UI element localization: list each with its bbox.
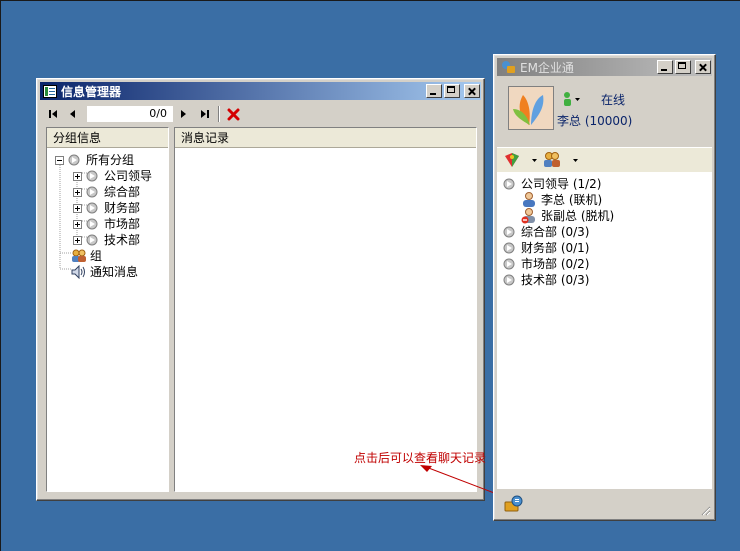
offline-user-icon [521,208,535,224]
contact-group-label: 财务部 (0/1) [521,241,590,255]
em-titlebar[interactable]: EM企业通 [497,58,712,76]
tree-node-group[interactable]: 市场部 [73,216,140,232]
tree-node-group[interactable]: 公司领导 [73,168,152,184]
page-indicator: 0/0 [87,106,173,122]
tree-node-label: 财务部 [104,201,141,215]
avatar[interactable] [508,86,554,130]
contact-name: 张副总 (脱机) [541,209,615,223]
contact-item[interactable]: 张副总 (脱机) [521,208,614,224]
navigation-toolbar: 0/0 [41,103,481,125]
expand-icon[interactable] [73,219,82,229]
tree-node-label: 公司领导 [104,169,153,183]
next-page-icon [181,110,186,118]
contact-group-label: 综合部 (0/3) [521,225,590,239]
group-info-pane: 分组信息 所有分组 公司领导 综合部 财务部 市场部 技术部 组 通知消息 [46,127,169,492]
group-chat-button[interactable] [543,151,581,169]
contact-group[interactable]: 技术部 (0/3) [503,272,590,288]
tree-node-group-chat[interactable]: 组 [71,248,102,264]
contact-group[interactable]: 财务部 (0/1) [503,240,590,256]
collapse-icon[interactable] [55,155,64,165]
group-folder-icon [86,202,98,214]
contact-item[interactable]: 李总 (联机) [521,192,602,208]
close-button[interactable] [695,60,711,74]
tree-node-label: 组 [90,249,103,263]
tree-node-group[interactable]: 综合部 [73,184,140,200]
group-folder-icon [503,226,515,238]
menu-button[interactable] [503,151,541,169]
contact-group[interactable]: 综合部 (0/3) [503,224,590,240]
first-page-icon [49,110,57,118]
group-folder-icon [503,178,515,190]
tree-node-label: 市场部 [104,217,141,231]
delete-icon [227,108,239,120]
prev-page-button[interactable] [65,106,81,122]
group-folder-icon [68,154,80,166]
em-toolbar [497,147,712,173]
last-page-icon [201,110,209,118]
maximize-button[interactable] [444,84,460,98]
group-folder-icon [86,186,98,198]
em-title: EM企业通 [520,60,574,75]
info-manager-titlebar[interactable]: 信息管理器 [40,82,481,100]
close-button[interactable] [464,84,480,98]
contact-list: 公司领导 (1/2) 李总 (联机) 张副总 (脱机) 综合部 (0/3) 财务… [497,172,712,489]
resize-grip[interactable] [699,504,711,516]
status-text[interactable]: 在线 [601,91,625,108]
contact-name: 李总 (联机) [541,193,603,207]
maximize-button[interactable] [675,60,691,74]
message-manager-button[interactable] [504,495,524,513]
tree-node-label: 技术部 [104,233,141,247]
expand-icon[interactable] [73,203,82,213]
toolbar-separator [218,106,220,122]
tree-node-notice[interactable]: 通知消息 [71,264,138,280]
contact-group-label: 技术部 (0/3) [521,273,590,287]
em-window: EM企业通 在线 李总 (10000) 公司领导 (1/2) 李总 (联机) 张… [493,54,716,521]
prev-page-icon [70,110,75,118]
group-folder-icon [503,242,515,254]
contact-group-leaders[interactable]: 公司领导 (1/2) [503,176,602,192]
group-info-header: 分组信息 [47,128,168,148]
group-folder-icon [503,274,515,286]
group-folder-icon [86,218,98,230]
group-folder-icon [503,258,515,270]
user-name: 李总 (10000) [557,114,633,128]
status-icon[interactable] [561,91,581,107]
last-page-button[interactable] [197,106,213,122]
tree-node-label: 所有分组 [86,153,135,167]
online-user-icon [523,192,535,207]
tree-node-label: 综合部 [104,185,141,199]
next-page-button[interactable] [175,106,191,122]
tree-node-label: 通知消息 [90,265,139,279]
tree-node-group[interactable]: 财务部 [73,200,140,216]
contact-group[interactable]: 市场部 (0/2) [503,256,590,272]
expand-icon[interactable] [73,235,82,245]
em-app-icon [500,60,516,74]
expand-icon[interactable] [73,171,82,181]
first-page-button[interactable] [45,106,61,122]
group-folder-icon [86,170,98,182]
group-chat-icon [72,249,86,262]
delete-button[interactable] [224,106,242,122]
contact-group-label: 市场部 (0/2) [521,257,590,271]
info-manager-window: 信息管理器 0/0 分组信息 所有分组 公司领导 综合部 财务部 市场部 技术部… [36,78,485,501]
tree-node-all-groups[interactable]: 所有分组 [55,152,134,168]
minimize-button[interactable] [657,60,673,74]
contact-group-label: 公司领导 (1/2) [521,177,602,191]
tree-node-group[interactable]: 技术部 [73,232,140,248]
group-folder-icon [86,234,98,246]
minimize-button[interactable] [426,84,442,98]
message-record-header: 消息记录 [175,128,476,148]
message-record-pane: 消息记录 [174,127,477,492]
info-manager-app-icon [43,84,57,98]
speaker-icon [71,265,85,279]
expand-icon[interactable] [73,187,82,197]
info-manager-title: 信息管理器 [61,84,122,99]
